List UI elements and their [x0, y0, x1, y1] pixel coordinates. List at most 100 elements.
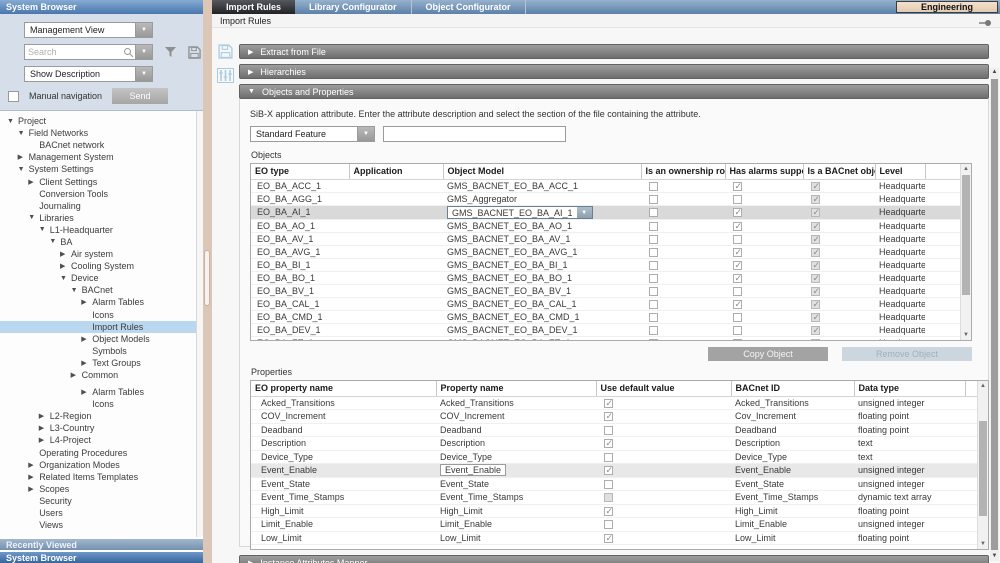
chevron-down-icon[interactable]: ▼	[135, 23, 152, 37]
tree-item-alarm-tables[interactable]: ▶Alarm Tables	[0, 386, 203, 398]
use-default-checkbox[interactable]	[604, 439, 613, 448]
manual-navigation-checkbox[interactable]	[8, 91, 19, 102]
tree-item-journaling[interactable]: Journaling	[0, 200, 203, 212]
objects-table-row[interactable]: EO_BA_AVG_1 GMS_BACNET_EO_BA_AVG_1 Headq…	[251, 245, 960, 258]
chevron-down-icon[interactable]: ▼	[135, 45, 152, 59]
copy-object-button[interactable]: Copy Object	[708, 347, 828, 361]
properties-table-row[interactable]: High_Limit High_Limit High_Limit floatin…	[251, 504, 977, 518]
send-button[interactable]: Send	[112, 88, 168, 104]
tree-item-device[interactable]: ▼Device	[0, 272, 203, 284]
properties-col-bacnet-id[interactable]: BACnet ID	[731, 381, 854, 396]
tree-item-icons[interactable]: Icons	[0, 309, 203, 321]
alarms-support-checkbox[interactable]	[733, 248, 742, 257]
objects-table-row[interactable]: EO_BA_BV_1 GMS_BACNET_EO_BA_BV_1 Headqua…	[251, 284, 960, 297]
objects-col-is-a-bacnet-object[interactable]: Is a BACnet object	[803, 164, 875, 179]
properties-table-row[interactable]: Device_Type Device_Type Device_Type text	[251, 450, 977, 464]
objects-col-empty[interactable]	[925, 164, 960, 179]
chevron-down-icon[interactable]: ▼	[135, 67, 152, 81]
tree-scrollbar[interactable]	[196, 111, 203, 537]
use-default-checkbox[interactable]	[604, 507, 613, 516]
objects-table-row[interactable]: EO_BA_FE_1 GMS_BACNET_EO_BA_FE_1 Headqua…	[251, 336, 960, 341]
ownership-root-checkbox[interactable]	[649, 274, 658, 283]
properties-table-row[interactable]: Deadband Deadband Deadband floating poin…	[251, 423, 977, 437]
tree-item-organization-modes[interactable]: ▶Organization Modes	[0, 459, 203, 471]
objects-col-level[interactable]: Level	[875, 164, 925, 179]
tree-item-cooling-system[interactable]: ▶Cooling System	[0, 260, 203, 272]
scroll-down-icon[interactable]: ▼	[978, 539, 988, 549]
tree-item-bacnet[interactable]: ▼BACnet	[0, 284, 203, 296]
ownership-root-checkbox[interactable]	[649, 208, 658, 217]
object-model-dropdown[interactable]: GMS_BACNET_EO_BA_AI_1▼	[447, 206, 593, 219]
chevron-down-icon[interactable]: ▼	[577, 207, 592, 218]
alarms-support-checkbox[interactable]	[733, 222, 742, 231]
objects-table-row[interactable]: EO_BA_CMD_1 GMS_BACNET_EO_BA_CMD_1 Headq…	[251, 310, 960, 323]
tree-item-field-networks[interactable]: ▼Field Networks	[0, 127, 203, 139]
tree-item-bacnet-network[interactable]: BACnet network	[0, 139, 203, 151]
recently-viewed-bar[interactable]: Recently Viewed	[0, 537, 203, 550]
tree-item-icons[interactable]: Icons	[0, 398, 203, 410]
tree-item-client-settings[interactable]: ▶Client Settings	[0, 175, 203, 187]
tree-item-symbols[interactable]: Symbols	[0, 345, 203, 357]
ownership-root-checkbox[interactable]	[649, 248, 658, 257]
ownership-root-checkbox[interactable]	[649, 235, 658, 244]
ownership-root-checkbox[interactable]	[649, 326, 658, 335]
engineering-button[interactable]: Engineering	[896, 1, 998, 13]
remove-object-button[interactable]: Remove Object	[842, 347, 972, 361]
use-default-checkbox[interactable]	[604, 453, 613, 462]
feature-dropdown[interactable]: Standard Feature ▼	[250, 126, 375, 142]
tree-item-l3-country[interactable]: ▶L3-Country	[0, 422, 203, 434]
attribute-input[interactable]	[383, 126, 566, 142]
objects-col-application[interactable]: Application	[349, 164, 443, 179]
tree-item-system-settings[interactable]: ▼System Settings	[0, 163, 203, 175]
tree-item-l4-project[interactable]: ▶L4-Project	[0, 434, 203, 446]
ownership-root-checkbox[interactable]	[649, 261, 658, 270]
system-browser-bar[interactable]: System Browser	[0, 550, 203, 563]
tree-item-security[interactable]: Security	[0, 495, 203, 507]
chevron-down-icon[interactable]: ▼	[357, 127, 374, 141]
alarms-support-checkbox[interactable]	[733, 326, 742, 335]
tree-item-import-rules[interactable]: Import Rules	[0, 321, 203, 333]
objects-table-row[interactable]: EO_BA_ACC_1 GMS_BACNET_EO_BA_ACC_1 Headq…	[251, 179, 960, 192]
objects-table-row[interactable]: EO_BA_DEV_1 GMS_BACNET_EO_BA_DEV_1 Headq…	[251, 323, 960, 336]
display-mode-dropdown[interactable]: Show Description ▼	[24, 66, 153, 82]
alarms-support-checkbox[interactable]	[733, 300, 742, 309]
tree-item-management-system[interactable]: ▶Management System	[0, 151, 203, 163]
objects-table-scrollbar[interactable]: ▲ ▼	[960, 164, 971, 340]
properties-col-property-name[interactable]: Property name	[436, 381, 596, 396]
properties-table-row[interactable]: Event_Time_Stamps Event_Time_Stamps Even…	[251, 491, 977, 505]
alarms-support-checkbox[interactable]	[733, 287, 742, 296]
use-default-checkbox[interactable]	[604, 426, 613, 435]
alarms-support-checkbox[interactable]	[733, 182, 742, 191]
properties-table-row[interactable]: Event_State Event_State Event_State unsi…	[251, 477, 977, 491]
objects-col-object-model[interactable]: Object Model	[443, 164, 641, 179]
ownership-root-checkbox[interactable]	[649, 313, 658, 322]
tab-library-configurator[interactable]: Library Configurator	[295, 0, 412, 14]
properties-col-empty[interactable]	[965, 381, 977, 396]
splitter-grip-icon[interactable]	[204, 250, 210, 306]
use-default-checkbox[interactable]	[604, 399, 613, 408]
view-mode-dropdown[interactable]: Management View ▼	[24, 22, 153, 38]
use-default-checkbox[interactable]	[604, 534, 613, 543]
tree-item-common[interactable]: ▶Common	[0, 369, 203, 381]
properties-col-eo-property-name[interactable]: EO property name	[251, 381, 436, 396]
filter-icon[interactable]	[164, 46, 177, 58]
scroll-down-icon[interactable]: ▼	[961, 330, 971, 340]
hierarchy-columns-icon[interactable]	[217, 68, 234, 85]
tree-item-related-items-templates[interactable]: ▶Related Items Templates	[0, 471, 203, 483]
objects-col-eo-type[interactable]: EO type	[251, 164, 349, 179]
ownership-root-checkbox[interactable]	[649, 300, 658, 309]
properties-table-row[interactable]: Event_Enable Event_Enable Event_Enable u…	[251, 464, 977, 478]
properties-col-data-type[interactable]: Data type	[854, 381, 965, 396]
alarms-support-checkbox[interactable]	[733, 313, 742, 322]
alarms-support-checkbox[interactable]	[733, 195, 742, 204]
objects-table-row[interactable]: EO_BA_BO_1 GMS_BACNET_EO_BA_BO_1 Headqua…	[251, 271, 960, 284]
properties-table-row[interactable]: Description Description Description text	[251, 437, 977, 451]
section-instance-attributes-mapper[interactable]: ▶ Instance Attributes Mapper	[239, 555, 989, 563]
objects-table-row[interactable]: EO_BA_AO_1 GMS_BACNET_EO_BA_AO_1 Headqua…	[251, 219, 960, 232]
tree-item-l2-region[interactable]: ▶L2-Region	[0, 410, 203, 422]
objects-table-row[interactable]: EO_BA_CAL_1 GMS_BACNET_EO_BA_CAL_1 Headq…	[251, 297, 960, 310]
tree-item-l1-headquarter[interactable]: ▼L1-Headquarter	[0, 224, 203, 236]
use-default-checkbox[interactable]	[604, 520, 613, 529]
tree-item-scopes[interactable]: ▶Scopes	[0, 483, 203, 495]
tree-item-project[interactable]: ▼Project	[0, 115, 203, 127]
